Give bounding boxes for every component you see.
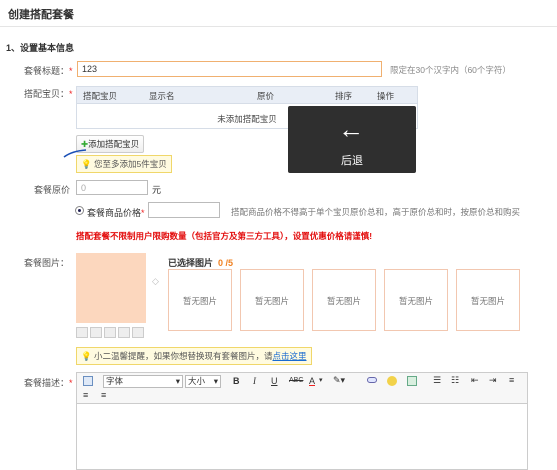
price-warning: 搭配套餐不限制用户限购数量（包括官方及第三方工具），设置优惠价格请谨慎!: [76, 231, 373, 241]
thumbnail[interactable]: [132, 327, 144, 338]
click-here-link[interactable]: 点击这里: [272, 351, 306, 361]
image-icon[interactable]: [407, 376, 417, 386]
link-icon[interactable]: [367, 377, 377, 383]
image-slot-1[interactable]: 暂无图片: [168, 269, 232, 331]
main-image-preview: [76, 253, 146, 323]
font-family-select[interactable]: 字体 ▾: [103, 375, 183, 388]
image-slot-3[interactable]: 暂无图片: [312, 269, 376, 331]
name-label: 套餐标题：*: [24, 66, 73, 76]
items-tip: 💡 您至多添加5件宝贝: [76, 155, 172, 173]
col-action: 操作: [377, 91, 395, 101]
diamond-icon: ◇: [152, 276, 159, 286]
image-slot-5[interactable]: 暂无图片: [456, 269, 520, 331]
source-icon[interactable]: [83, 376, 93, 386]
section-heading: 1、设置基本信息: [6, 43, 75, 53]
image-thumbnails: [76, 327, 146, 340]
col-item: 搭配宝贝: [83, 91, 118, 101]
col-display-name: 显示名: [149, 91, 175, 101]
name-input[interactable]: 123: [77, 61, 382, 77]
items-table-header: 搭配宝贝 显示名 原价 排序 操作: [77, 87, 417, 104]
thumbnail[interactable]: [76, 327, 88, 338]
image-slot-2[interactable]: 暂无图片: [240, 269, 304, 331]
editor-toolbar: 字体 ▾ 大小 ▾ B I U ABC A ▾ ✎▾ ☰ ☷ ⇤ ⇥ ≡ ≡ ≡: [76, 372, 528, 404]
strikethrough-button[interactable]: ABC: [289, 377, 303, 384]
thumbnail[interactable]: [90, 327, 102, 338]
bold-button[interactable]: B: [233, 376, 240, 386]
font-color-button[interactable]: A: [309, 376, 315, 386]
align-center-icon[interactable]: ≡: [83, 390, 88, 400]
title-divider: [0, 26, 557, 27]
unordered-list-icon[interactable]: ☷: [451, 375, 459, 386]
align-left-icon[interactable]: ≡: [509, 375, 514, 385]
outdent-icon[interactable]: ⇤: [471, 375, 479, 386]
back-arrow-icon: ←: [338, 114, 364, 144]
highlight-icon[interactable]: ✎▾: [333, 375, 345, 386]
price-input[interactable]: [148, 202, 220, 218]
thumbnail[interactable]: [118, 327, 130, 338]
price-hint: 搭配商品价格不得高于单个宝贝原价总和，高于原价总和时，按原价总和购买: [231, 207, 521, 217]
price-radio[interactable]: [75, 206, 84, 215]
italic-button[interactable]: I: [253, 376, 256, 386]
back-label: 后退: [341, 155, 363, 167]
indent-icon[interactable]: ⇥: [489, 375, 497, 386]
thumbnail[interactable]: [104, 327, 116, 338]
images-tip: 💡 小二温馨提醒，如果你想替换现有套餐图片，请点击这里: [76, 347, 312, 365]
description-editor[interactable]: [76, 404, 528, 470]
underline-button[interactable]: U: [271, 376, 278, 386]
selected-images-label: 已选择图片 0 /5: [168, 258, 234, 268]
col-order: 排序: [335, 91, 353, 101]
description-label: 套餐描述：*: [24, 378, 73, 388]
col-price: 原价: [257, 91, 275, 101]
align-right-icon[interactable]: ≡: [101, 390, 106, 400]
images-label: 套餐图片：: [24, 258, 70, 268]
price-label: 套餐商品价格*: [87, 208, 145, 218]
back-overlay[interactable]: ← 后退: [288, 106, 416, 173]
original-price-input[interactable]: 0: [76, 180, 148, 195]
required-mark: *: [69, 66, 73, 76]
original-price-unit: 元: [152, 185, 162, 195]
font-size-select[interactable]: 大小 ▾: [185, 375, 221, 388]
image-slot-4[interactable]: 暂无图片: [384, 269, 448, 331]
original-price-label: 套餐原价: [34, 185, 71, 195]
name-hint: 限定在30个汉字内（60个字符）: [390, 65, 511, 75]
items-label: 搭配宝贝：*: [24, 89, 73, 99]
selected-images-count: 0 /5: [218, 258, 234, 268]
emoticon-icon[interactable]: [387, 376, 397, 386]
dropdown-caret-icon[interactable]: ▾: [319, 376, 323, 384]
page-title: 创建搭配套餐: [8, 9, 74, 21]
ordered-list-icon[interactable]: ☰: [433, 375, 441, 386]
lightbulb-icon: 💡: [81, 351, 92, 361]
lightbulb-icon: 💡: [81, 159, 92, 169]
